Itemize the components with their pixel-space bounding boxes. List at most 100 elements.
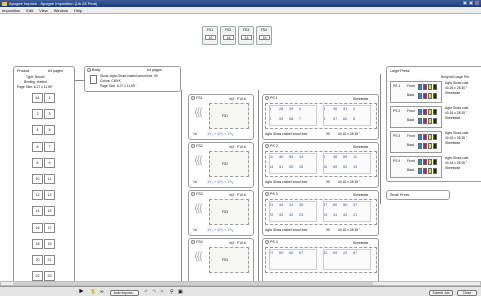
signature-block: [323, 153, 371, 174]
body-panel[interactable]: Body 64 pages Stock: Agfa Gloss coated w…: [84, 66, 181, 92]
horizontal-scrollbar[interactable]: [0, 281, 481, 286]
undo-icon[interactable]: ↶: [144, 289, 148, 295]
expand-icon[interactable]: [191, 192, 195, 197]
folding-sheet-panel[interactable]: FS2 4x2 · F16-6 ⟨⟨⟨ FS2 16 1¹/₂ + 1¹/₂ + 1¹/₄: [188, 142, 254, 188]
ps-dims: 40.16 x 28.35 ": [338, 132, 361, 136]
large-press-panel[interactable]: Large Press Body.set Large Pre PS 1 Front…: [386, 66, 481, 182]
maximize-button[interactable]: [469, 1, 473, 5]
product-page[interactable]: 5: [44, 125, 55, 136]
close-button[interactable]: Close: [457, 290, 477, 296]
folding-sheet-panel[interactable]: FS1 4x2 · F16-6 ⟨⟨⟨ FS1 16 1¹/₂ + 1¹/₂ + 1¹/₄: [188, 94, 254, 140]
product-page[interactable]: 3: [44, 109, 55, 120]
product-page[interactable]: 22: [32, 271, 43, 282]
product-page[interactable]: 13: [44, 190, 55, 201]
product-page[interactable]: 10: [32, 174, 43, 184]
expand-icon[interactable]: [191, 240, 195, 245]
menu-edit[interactable]: Edit: [26, 8, 33, 13]
ps-weight: 90: [326, 228, 330, 232]
hand-tool-icon[interactable]: ✋: [90, 289, 96, 295]
small-press-panel[interactable]: Small Press: [386, 190, 450, 200]
ps-weight: 90: [326, 132, 330, 136]
product-page[interactable]: 64: [32, 93, 43, 103]
ps-stock: Agfa Gloss coated wood free: [265, 132, 308, 136]
menu-view[interactable]: View: [39, 8, 48, 13]
folding-sheet-chip[interactable]: FS2 16: [220, 26, 236, 45]
scroll-thumb[interactable]: [13, 282, 373, 285]
folding-sheet-chip[interactable]: FS4 16: [256, 26, 272, 45]
menu-window[interactable]: Window: [54, 8, 68, 13]
expand-icon[interactable]: [265, 96, 269, 101]
product-page[interactable]: 7: [44, 141, 55, 152]
ink-swatch: [418, 118, 422, 124]
product-page[interactable]: 17: [44, 222, 55, 233]
expand-icon[interactable]: [265, 240, 269, 245]
folding-sheet-panel[interactable]: FS3 4x2 · F16-6 ⟨⟨⟨ FS3 16 1¹/₂ + 1¹/₂ + 1¹/₄: [188, 190, 254, 236]
product-page[interactable]: 2: [32, 109, 43, 120]
press-sheet-panel[interactable]: PS 4 Sheetwise 27 60 60 97 92 69 22 67: [262, 238, 379, 286]
product-page[interactable]: 20: [32, 255, 43, 265]
zoom-icon[interactable]: ⚲: [170, 289, 174, 295]
signature-block: [269, 201, 317, 222]
product-page[interactable]: 11: [44, 174, 55, 184]
folding-sheet-chip[interactable]: FS1 16: [202, 26, 218, 45]
fs-preview-label: FS1: [222, 114, 229, 118]
workflow-canvas[interactable]: FS1 16 FS2 16 FS3 16 FS4 16 Product 64 pages…: [0, 14, 481, 286]
menu-bar: Imposition Edit View Window Help: [0, 7, 481, 14]
press-dims: 40.16 x 28.35 ": [445, 161, 468, 165]
product-page[interactable]: 8: [32, 157, 43, 168]
ink-swatch: [418, 109, 422, 115]
close-window-button[interactable]: [475, 1, 479, 5]
product-page[interactable]: 21: [44, 255, 55, 265]
signature-block: [269, 249, 317, 270]
expand-icon[interactable]: [191, 96, 195, 101]
product-binding: Binding: Harted: [24, 80, 47, 84]
product-page[interactable]: 4: [32, 125, 43, 136]
folding-sheet-chip[interactable]: FS3 16: [238, 26, 254, 45]
link-tool-icon[interactable]: ∞: [100, 289, 104, 295]
fs-spec: 4x2 · F16-6: [229, 241, 246, 245]
ps-title: PS 2: [270, 144, 278, 148]
product-panel[interactable]: Product 64 pages Type: Bound Binding: Ha…: [13, 66, 75, 286]
folding-sheet-panel[interactable]: FS4 4x2 · F16-6 ⟨⟨⟨ FS4: [188, 238, 254, 286]
ink-swatch: [428, 118, 432, 124]
menu-imposition[interactable]: Imposition: [2, 8, 20, 13]
product-page[interactable]: 9: [44, 157, 55, 168]
press-dims: 40.16 x 28.35 ": [445, 86, 468, 90]
press-slot[interactable]: PS 3 Front Back: [390, 131, 442, 153]
press-slot[interactable]: PS 4 Front Back: [390, 156, 442, 178]
body-colors: Colors: CMYK: [100, 79, 121, 83]
expand-icon[interactable]: [265, 192, 269, 197]
expand-icon[interactable]: [191, 144, 195, 149]
press-slot[interactable]: PS 2 Front Back: [390, 106, 442, 128]
auto-impose-button[interactable]: Auto Impose...: [110, 290, 139, 296]
minimize-button[interactable]: [463, 1, 467, 5]
press-sheet-panel[interactable]: PS 2 Sheetwise 11 46 55 14 8 36 55 11 14 51 50 15 16 49…: [262, 142, 379, 188]
fs-spec: 4x2 · F16-6: [229, 145, 246, 149]
pointer-tool-icon[interactable]: ►: [78, 288, 85, 295]
product-page[interactable]: 18: [32, 238, 43, 249]
product-page[interactable]: 19: [44, 238, 55, 249]
ps-title: PS 1: [270, 96, 278, 100]
expand-icon[interactable]: [87, 68, 91, 73]
menu-help[interactable]: Help: [74, 8, 82, 13]
connector-line: [181, 90, 182, 285]
ink-swatch: [423, 109, 427, 115]
product-page[interactable]: 6: [32, 141, 43, 152]
press-sheet-panel[interactable]: PS 3 Sheetwise 41 44 24 45 37 60 56 37 22 43 42 23 24 4…: [262, 190, 379, 236]
product-page[interactable]: 1: [44, 93, 55, 103]
fit-icon[interactable]: ▣: [178, 289, 183, 295]
product-page[interactable]: 23: [44, 271, 55, 282]
expand-icon[interactable]: [265, 144, 269, 149]
press-sheet-panel[interactable]: PS 1 Sheetwise 5 28 29 4 3 30 31 2 6 59 58 7 8 57 60 5 Agf…: [262, 94, 379, 140]
product-page[interactable]: 12: [32, 190, 43, 201]
redo-icon[interactable]: ↷: [152, 289, 156, 295]
press-slot[interactable]: PS 1 Front Back: [390, 81, 442, 103]
ink-swatch: [423, 143, 427, 149]
delete-icon[interactable]: ✕: [160, 289, 164, 295]
press-slot-label: PS 3: [393, 134, 401, 138]
product-page[interactable]: 15: [44, 206, 55, 217]
product-page[interactable]: 16: [32, 222, 43, 233]
title-bar: Apogee Impose - Apogee Imposition (Ub 28…: [0, 0, 481, 7]
product-page[interactable]: 14: [32, 206, 43, 217]
submit-job-button[interactable]: Submit Job: [429, 290, 453, 296]
